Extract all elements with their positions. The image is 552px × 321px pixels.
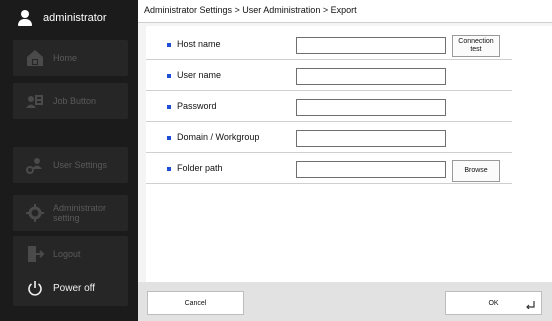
user-settings-icon	[25, 155, 45, 175]
sidebar: administrator Home Job Button User Setti…	[0, 0, 138, 321]
user-name-input[interactable]	[296, 68, 446, 85]
main-content: Administrator Settings > User Administra…	[138, 0, 552, 321]
sidebar-item-label: Home	[53, 53, 78, 63]
user-indicator: administrator	[0, 0, 138, 36]
sidebar-item-home[interactable]: Home	[13, 40, 128, 76]
connection-test-button[interactable]: Connection test	[452, 35, 500, 57]
cancel-button[interactable]: Cancel	[147, 291, 244, 315]
power-icon	[25, 278, 45, 298]
password-input[interactable]	[296, 99, 446, 116]
breadcrumb: Administrator Settings > User Administra…	[138, 0, 552, 23]
password-label: Password	[177, 101, 217, 111]
sidebar-item-job-button[interactable]: Job Button	[13, 83, 128, 119]
user-name-row: User name	[146, 61, 512, 91]
home-icon	[25, 48, 45, 68]
enter-icon	[525, 301, 535, 311]
host-name-label: Host name	[177, 39, 221, 49]
sidebar-item-label: Logout	[53, 249, 81, 259]
user-icon	[17, 10, 33, 26]
gear-icon	[25, 203, 45, 223]
bullet-icon	[167, 43, 171, 47]
export-form: Host name Connection test User name Pass…	[146, 26, 552, 282]
domain-label: Domain / Workgroup	[177, 132, 260, 142]
domain-input[interactable]	[296, 130, 446, 147]
sidebar-item-label: Administrator setting	[53, 203, 107, 223]
user-name-label: User name	[177, 70, 222, 80]
bullet-icon	[167, 74, 171, 78]
domain-row: Domain / Workgroup	[146, 123, 512, 153]
logout-icon	[25, 244, 45, 264]
power-off-button[interactable]: Power off	[13, 270, 128, 306]
bullet-icon	[167, 136, 171, 140]
power-off-label: Power off	[53, 282, 96, 294]
ok-label: OK	[488, 299, 499, 307]
job-button-icon	[25, 91, 45, 111]
folder-path-label: Folder path	[177, 163, 223, 173]
sidebar-item-administrator-setting[interactable]: Administrator setting	[13, 195, 128, 231]
bullet-icon	[167, 167, 171, 171]
ok-button[interactable]: OK	[445, 291, 542, 315]
host-name-input[interactable]	[296, 37, 446, 54]
action-bar: Cancel OK	[138, 282, 552, 321]
folder-path-input[interactable]	[296, 161, 446, 178]
sidebar-item-label: Job Button	[53, 96, 97, 106]
user-name: administrator	[43, 12, 107, 24]
cancel-label: Cancel	[184, 299, 207, 307]
browse-button[interactable]: Browse	[452, 160, 500, 182]
sidebar-item-user-settings[interactable]: User Settings	[13, 147, 128, 183]
sidebar-item-label: User Settings	[53, 160, 108, 170]
sidebar-item-logout[interactable]: Logout	[13, 236, 128, 272]
password-row: Password	[146, 92, 512, 122]
bullet-icon	[167, 105, 171, 109]
